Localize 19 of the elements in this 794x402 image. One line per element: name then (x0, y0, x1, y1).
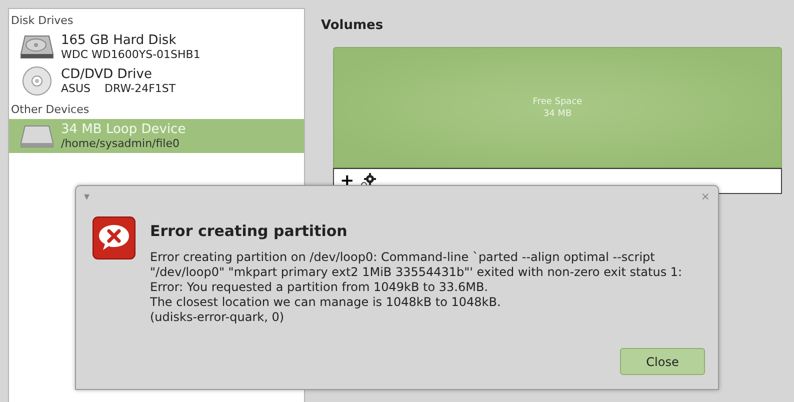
device-item[interactable]: 165 GB Hard Disk WDC WD1600YS-01SHB1 (9, 30, 304, 64)
device-detail: WDC WD1600YS-01SHB1 (61, 48, 200, 61)
device-item[interactable]: 34 MB Loop Device /home/sysadmin/file0 (9, 119, 304, 153)
device-name: 34 MB Loop Device (61, 122, 186, 137)
drive-icon (20, 123, 54, 149)
device-detail: ASUS DRW-24F1ST (61, 82, 176, 95)
device-name: 165 GB Hard Disk (61, 33, 178, 48)
section-heading: Other Devices (10, 102, 90, 118)
device-detail: /home/sysadmin/file0 (61, 137, 180, 150)
device-item[interactable]: CD/DVD Drive ASUS DRW-24F1ST (9, 64, 304, 98)
device-name: CD/DVD Drive (61, 67, 153, 82)
section-heading: Disk Drives (10, 13, 74, 29)
error-message: Error creating partition on /dev/loop0: Command-line `parted --align optimal --script "/dev/loop0" "mkpart primary ext2 1MiB 33554431b"' exited with non-zero exit status 1: Error: You requested a partition from 1049kB to 33.6MB. The closest location we can manage is 1048kB to 1048kB. (udisks-error-quark, 0) (150, 250, 684, 325)
close-button[interactable]: Close (620, 348, 705, 375)
disc-icon (22, 66, 52, 96)
volumes-title: Volumes (321, 18, 384, 35)
dialog-title: Error creating partition (150, 222, 348, 240)
error-icon (92, 216, 136, 260)
segment-label: Free Space 34 MB (532, 96, 582, 120)
